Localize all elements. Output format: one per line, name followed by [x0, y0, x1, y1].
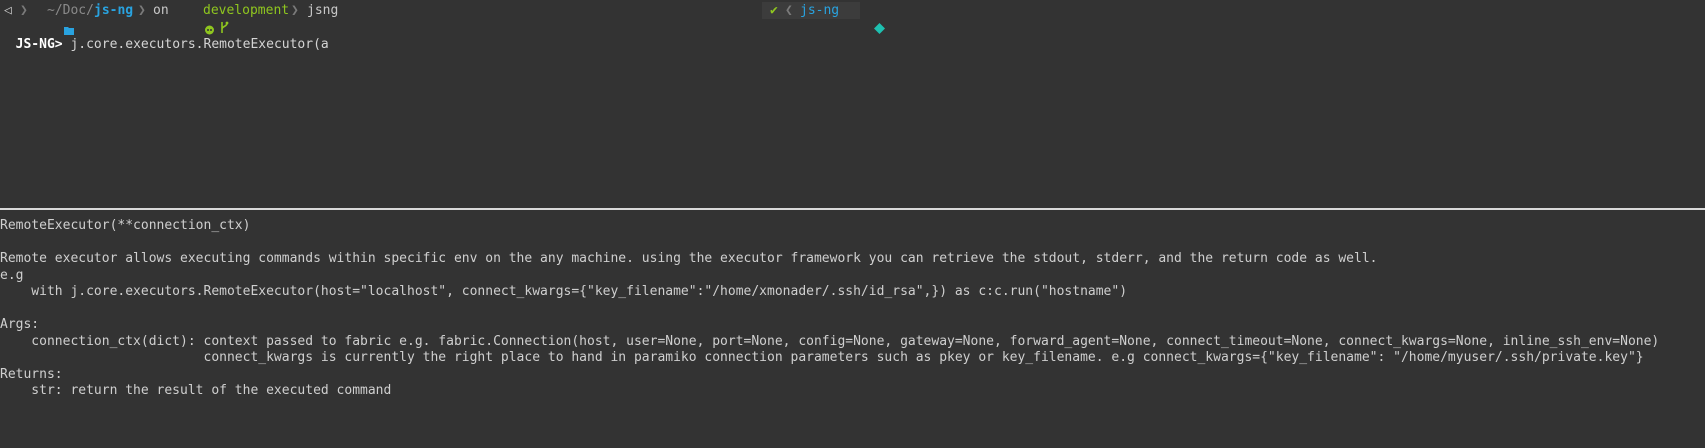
path-prefix: ~/Doc/: [47, 3, 94, 18]
repl-input[interactable]: j.core.executors.RemoteExecutor(a: [63, 37, 328, 52]
branch-name: development: [203, 3, 290, 18]
repl-prompt: JS-NG>: [15, 37, 63, 52]
separator-icon: ❯: [291, 3, 299, 18]
back-arrow-icon: ◁: [4, 3, 12, 18]
doc-line: connect_kwargs is currently the right pl…: [0, 350, 1644, 365]
virtualenv-name: js-ng: [800, 3, 840, 18]
doc-line: str: return the result of the executed c…: [0, 383, 392, 398]
check-icon: ✔: [770, 3, 778, 18]
command-name: jsng: [307, 3, 339, 18]
python-icon: [843, 5, 886, 56]
shell-statusline: ◁ ❯ ~/Doc/ js-ng ❯ on development ❯ jsng…: [0, 2, 1705, 35]
repl-input-line[interactable]: JS-NG> j.core.executors.RemoteExecutor(a: [0, 19, 329, 52]
doc-line: with j.core.executors.RemoteExecutor(hos…: [0, 284, 1128, 299]
doc-line: e.g: [0, 268, 24, 283]
separator-icon: ❮: [785, 3, 793, 18]
doc-line: Remote executor allows executing command…: [0, 251, 1378, 266]
separator-icon: ❯: [20, 3, 28, 18]
doc-line: Args:: [0, 317, 40, 332]
doc-line: RemoteExecutor(**connection_ctx): [0, 218, 251, 233]
doc-line: connection_ctx(dict): context passed to …: [0, 334, 1660, 349]
pane-divider: [0, 208, 1705, 210]
doc-line: Returns:: [0, 367, 63, 382]
separator-icon: ❯: [138, 3, 146, 18]
path-current: js-ng: [94, 3, 134, 18]
on-label: on: [153, 3, 169, 18]
